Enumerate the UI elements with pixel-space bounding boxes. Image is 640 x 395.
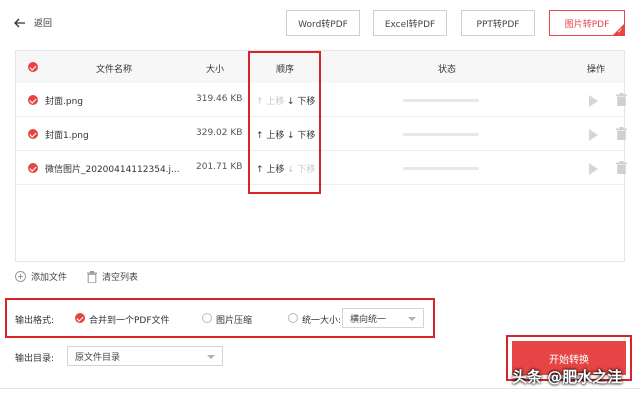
file-size: 319.46 KB <box>196 94 243 104</box>
progress-bar <box>403 133 479 136</box>
file-name: 封面.png <box>45 97 83 107</box>
uniform-size-value: 横向统一 <box>350 314 387 325</box>
trash-icon[interactable] <box>616 127 627 140</box>
trash-icon <box>87 270 97 283</box>
file-name: 微信图片_20200414112354.j... <box>45 165 180 175</box>
watermark-text: 头条 @肥水之洼 <box>512 368 623 386</box>
tab-ppt-to-pdf[interactable]: PPT转PDF <box>461 10 535 36</box>
file-name: 封面1.png <box>45 131 89 141</box>
compress-image-radio[interactable] <box>202 313 212 323</box>
play-icon[interactable] <box>589 163 598 175</box>
tab-label: Word转PDF <box>298 19 348 30</box>
row-checkbox[interactable] <box>28 95 38 105</box>
start-convert-label: 开始转换 <box>549 354 589 366</box>
tab-label: Excel转PDF <box>384 19 436 30</box>
divider <box>0 388 640 389</box>
clear-list-button[interactable]: 清空列表 <box>87 270 138 283</box>
pdf-converter-window: 返回 Word转PDF Excel转PDF PPT转PDF 图片转PDF ✓ 文… <box>0 0 640 395</box>
progress-bar <box>403 99 479 102</box>
output-dir-value: 原文件目录 <box>75 352 121 363</box>
play-icon[interactable] <box>589 95 598 107</box>
play-icon[interactable] <box>589 129 598 141</box>
row-checkbox[interactable] <box>28 163 38 173</box>
arrow-left-icon <box>14 18 25 27</box>
back-label: 返回 <box>34 19 53 29</box>
file-size: 201.71 KB <box>196 162 243 172</box>
uniform-size-label[interactable]: 统一大小: <box>302 313 341 326</box>
row-checkbox[interactable] <box>28 129 38 139</box>
tab-image-to-pdf[interactable]: 图片转PDF ✓ <box>549 10 625 36</box>
trash-icon[interactable] <box>616 93 627 106</box>
tab-label: PPT转PDF <box>476 19 520 30</box>
clear-list-label: 清空列表 <box>102 273 139 283</box>
column-header-name: 文件名称 <box>96 65 133 75</box>
tab-excel-to-pdf[interactable]: Excel转PDF <box>373 10 447 36</box>
uniform-size-select[interactable]: 横向统一 <box>342 308 424 328</box>
column-header-status: 状态 <box>438 65 457 75</box>
order-column-highlight-box <box>248 51 321 194</box>
compress-image-label[interactable]: 图片压缩 <box>216 313 252 326</box>
output-dir-label: 输出目录: <box>15 354 55 364</box>
plus-circle-icon <box>15 271 26 282</box>
merge-pdf-label[interactable]: 合并到一个PDF文件 <box>89 313 170 326</box>
merge-pdf-radio[interactable] <box>75 313 85 323</box>
add-files-button[interactable]: 添加文件 <box>15 270 67 283</box>
tab-word-to-pdf[interactable]: Word转PDF <box>286 10 360 36</box>
check-icon: ✓ <box>617 27 623 35</box>
select-all-checkbox[interactable] <box>28 62 38 72</box>
chevron-down-icon <box>207 355 215 359</box>
progress-bar <box>403 167 479 170</box>
output-dir-select[interactable]: 原文件目录 <box>67 346 223 366</box>
column-header-action: 操作 <box>587 65 606 75</box>
output-format-label: 输出格式: <box>15 316 55 326</box>
uniform-size-radio[interactable] <box>288 313 298 323</box>
chevron-down-icon <box>408 317 416 321</box>
file-size: 329.02 KB <box>196 128 243 138</box>
trash-icon[interactable] <box>616 161 627 174</box>
back-button[interactable]: 返回 <box>14 16 52 29</box>
column-header-size: 大小 <box>206 65 225 75</box>
tab-label: 图片转PDF <box>564 19 610 30</box>
add-files-label: 添加文件 <box>31 273 68 283</box>
